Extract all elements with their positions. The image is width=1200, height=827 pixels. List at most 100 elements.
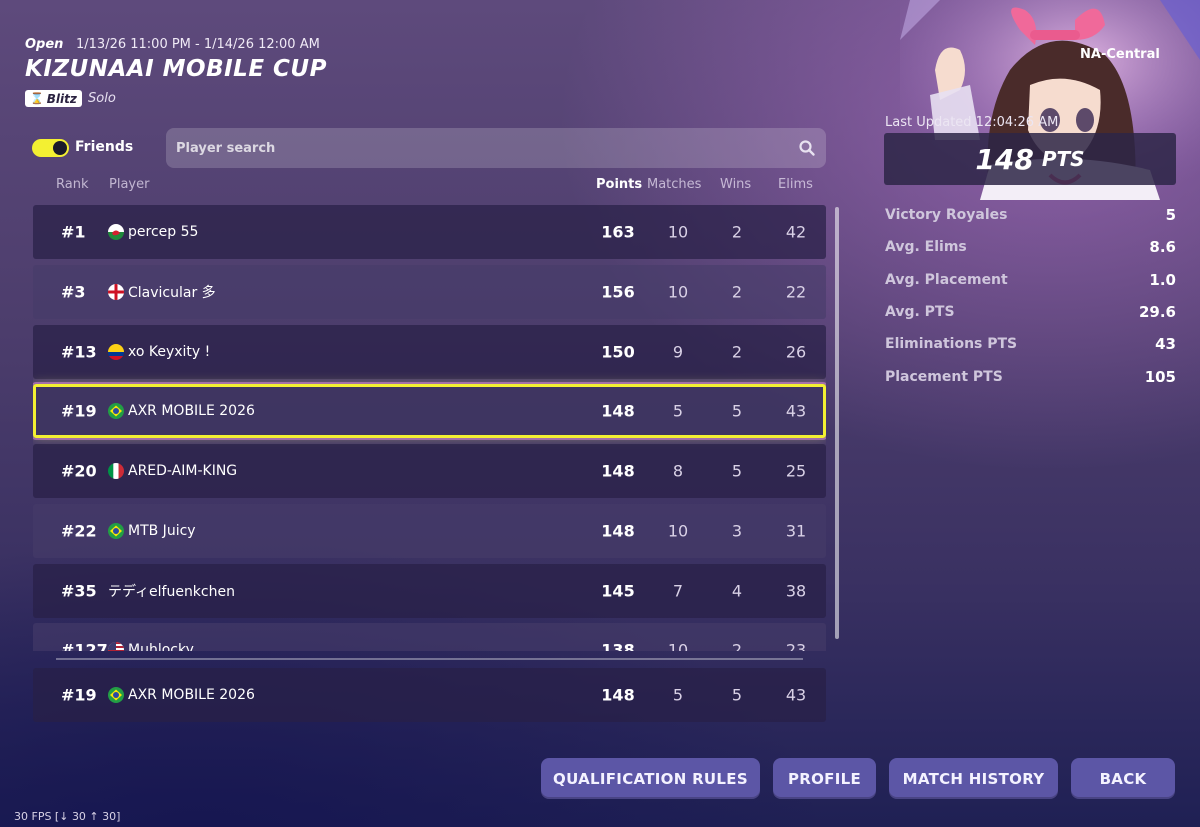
row-points: 163 <box>601 222 635 242</box>
row-matches: 10 <box>667 640 689 652</box>
col-header-matches[interactable]: Matches <box>647 177 701 192</box>
leaderboard-row[interactable]: #20 ARED-AIM-KING 148 8 5 25 <box>33 444 826 498</box>
brazil-flag-icon <box>108 523 124 539</box>
leaderboard-row[interactable]: #35 テディelfuenkchen 145 7 4 38 <box>33 564 826 618</box>
player-search-input[interactable] <box>166 128 826 168</box>
row-elims: 31 <box>785 521 807 541</box>
row-elims: 43 <box>785 685 807 705</box>
event-status: Open <box>25 37 64 52</box>
qualification-rules-button[interactable]: QUALIFICATION RULES <box>541 758 760 799</box>
row-points: 145 <box>601 581 635 601</box>
leaderboard-row[interactable]: #1 percep 55 163 10 2 42 <box>33 205 826 259</box>
stat-placement-pts: Placement PTS 105 <box>885 366 1176 388</box>
row-wins: 2 <box>731 640 743 652</box>
row-points: 150 <box>601 342 635 362</box>
stat-avg-pts: Avg. PTS 29.6 <box>885 301 1176 323</box>
leaderboard-row[interactable]: #3 Clavicular 多 156 10 2 22 <box>33 265 826 319</box>
italy-flag-icon <box>108 463 124 479</box>
stat-value: 29.6 <box>1138 303 1176 321</box>
row-points: 156 <box>601 282 635 302</box>
my-rank-row[interactable]: #19 AXR MOBILE 2026 148 5 5 43 <box>33 668 826 722</box>
stat-label: Avg. Elims <box>885 239 967 255</box>
last-updated: Last Updated 12:04:26 AM <box>885 115 1059 130</box>
col-header-wins[interactable]: Wins <box>720 177 751 192</box>
row-matches: 10 <box>667 282 689 302</box>
row-rank: #13 <box>61 342 97 362</box>
row-player-name: テディelfuenkchen <box>108 584 235 600</box>
leaderboard-list[interactable]: #1 percep 55 163 10 2 42 #3 Clavicular 多 156 10 2 2… <box>33 205 826 651</box>
row-player-name: xo Keyxity ! <box>128 344 211 360</box>
row-matches: 5 <box>672 685 684 705</box>
leaderboard-scrollbar[interactable] <box>835 207 839 639</box>
leaderboard-row[interactable]: #13 xo Keyxity ! 150 9 2 26 <box>33 325 826 379</box>
back-button[interactable]: BACK <box>1071 758 1175 799</box>
row-wins: 5 <box>731 461 743 481</box>
fps-counter: 30 FPS [↓ 30 ↑ 30] <box>14 810 121 823</box>
row-player-name: Clavicular 多 <box>128 285 216 301</box>
col-header-rank: Rank <box>56 177 89 192</box>
row-wins: 2 <box>731 342 743 362</box>
row-points: 138 <box>601 640 635 652</box>
row-matches: 5 <box>672 401 684 421</box>
col-header-elims[interactable]: Elims <box>778 177 813 192</box>
stat-label: Avg. PTS <box>885 304 955 320</box>
event-title: KIZUNAAI MOBILE CUP <box>25 56 327 82</box>
stat-label: Victory Royales <box>885 207 1008 223</box>
row-points: 148 <box>601 461 635 481</box>
row-rank: #22 <box>61 521 97 541</box>
total-points-box: 148 PTS <box>884 133 1176 185</box>
mode-badge: ⌛ Blitz <box>25 90 82 107</box>
row-elims: 43 <box>785 401 807 421</box>
stat-label: Avg. Placement <box>885 272 1008 288</box>
search-icon[interactable] <box>798 139 816 157</box>
row-wins: 2 <box>731 222 743 242</box>
row-wins: 3 <box>731 521 743 541</box>
row-elims: 42 <box>785 222 807 242</box>
stat-label: Placement PTS <box>885 369 1003 385</box>
col-header-player: Player <box>109 177 150 192</box>
total-points-unit: PTS <box>1041 147 1085 171</box>
row-player-name: ARED-AIM-KING <box>128 463 238 479</box>
row-matches: 9 <box>672 342 684 362</box>
row-wins: 5 <box>731 685 743 705</box>
brazil-flag-icon <box>108 403 124 419</box>
stat-victory-royales: Victory Royales 5 <box>885 204 1176 226</box>
row-matches: 10 <box>667 521 689 541</box>
row-rank: #19 <box>61 685 97 705</box>
stat-label: Eliminations PTS <box>885 336 1018 352</box>
stat-avg-elims: Avg. Elims 8.6 <box>885 236 1176 258</box>
leaderboard-row[interactable]: #22 MTB Juicy 148 10 3 31 <box>33 504 826 558</box>
row-rank: #19 <box>61 401 97 421</box>
toggle-knob <box>53 141 67 155</box>
row-elims: 25 <box>785 461 807 481</box>
stat-value: 105 <box>1144 368 1176 386</box>
row-player-name: Muhlocky <box>128 642 194 651</box>
row-player-name: AXR MOBILE 2026 <box>128 687 255 703</box>
leaderboard-row-highlighted[interactable]: #19 AXR MOBILE 2026 148 5 5 43 <box>33 384 826 438</box>
row-elims: 22 <box>785 282 807 302</box>
friends-toggle[interactable] <box>32 139 69 157</box>
friends-toggle-label: Friends <box>75 139 134 155</box>
profile-button[interactable]: PROFILE <box>773 758 876 799</box>
row-points: 148 <box>601 521 635 541</box>
row-wins: 2 <box>731 282 743 302</box>
row-elims: 26 <box>785 342 807 362</box>
event-date-range: 1/13/26 11:00 PM - 1/14/26 12:00 AM <box>76 37 320 52</box>
row-wins: 4 <box>731 581 743 601</box>
usa-flag-icon <box>108 642 124 651</box>
col-header-points[interactable]: Points <box>596 177 642 192</box>
mode-type: Solo <box>88 91 116 106</box>
stat-avg-placement: Avg. Placement 1.0 <box>885 269 1176 291</box>
stat-eliminations-pts: Eliminations PTS 43 <box>885 333 1176 355</box>
row-player-name: percep 55 <box>128 224 199 240</box>
blitz-icon: ⌛ <box>30 92 44 105</box>
list-divider <box>56 658 803 660</box>
row-points: 148 <box>601 401 635 421</box>
row-rank: #127 <box>61 640 108 652</box>
wales-flag-icon <box>108 224 124 240</box>
row-rank: #20 <box>61 461 97 481</box>
row-matches: 10 <box>667 222 689 242</box>
match-history-button[interactable]: MATCH HISTORY <box>889 758 1058 799</box>
row-player-name: MTB Juicy <box>128 523 196 539</box>
leaderboard-row[interactable]: #127 Muhlocky 138 10 2 23 <box>33 623 826 651</box>
